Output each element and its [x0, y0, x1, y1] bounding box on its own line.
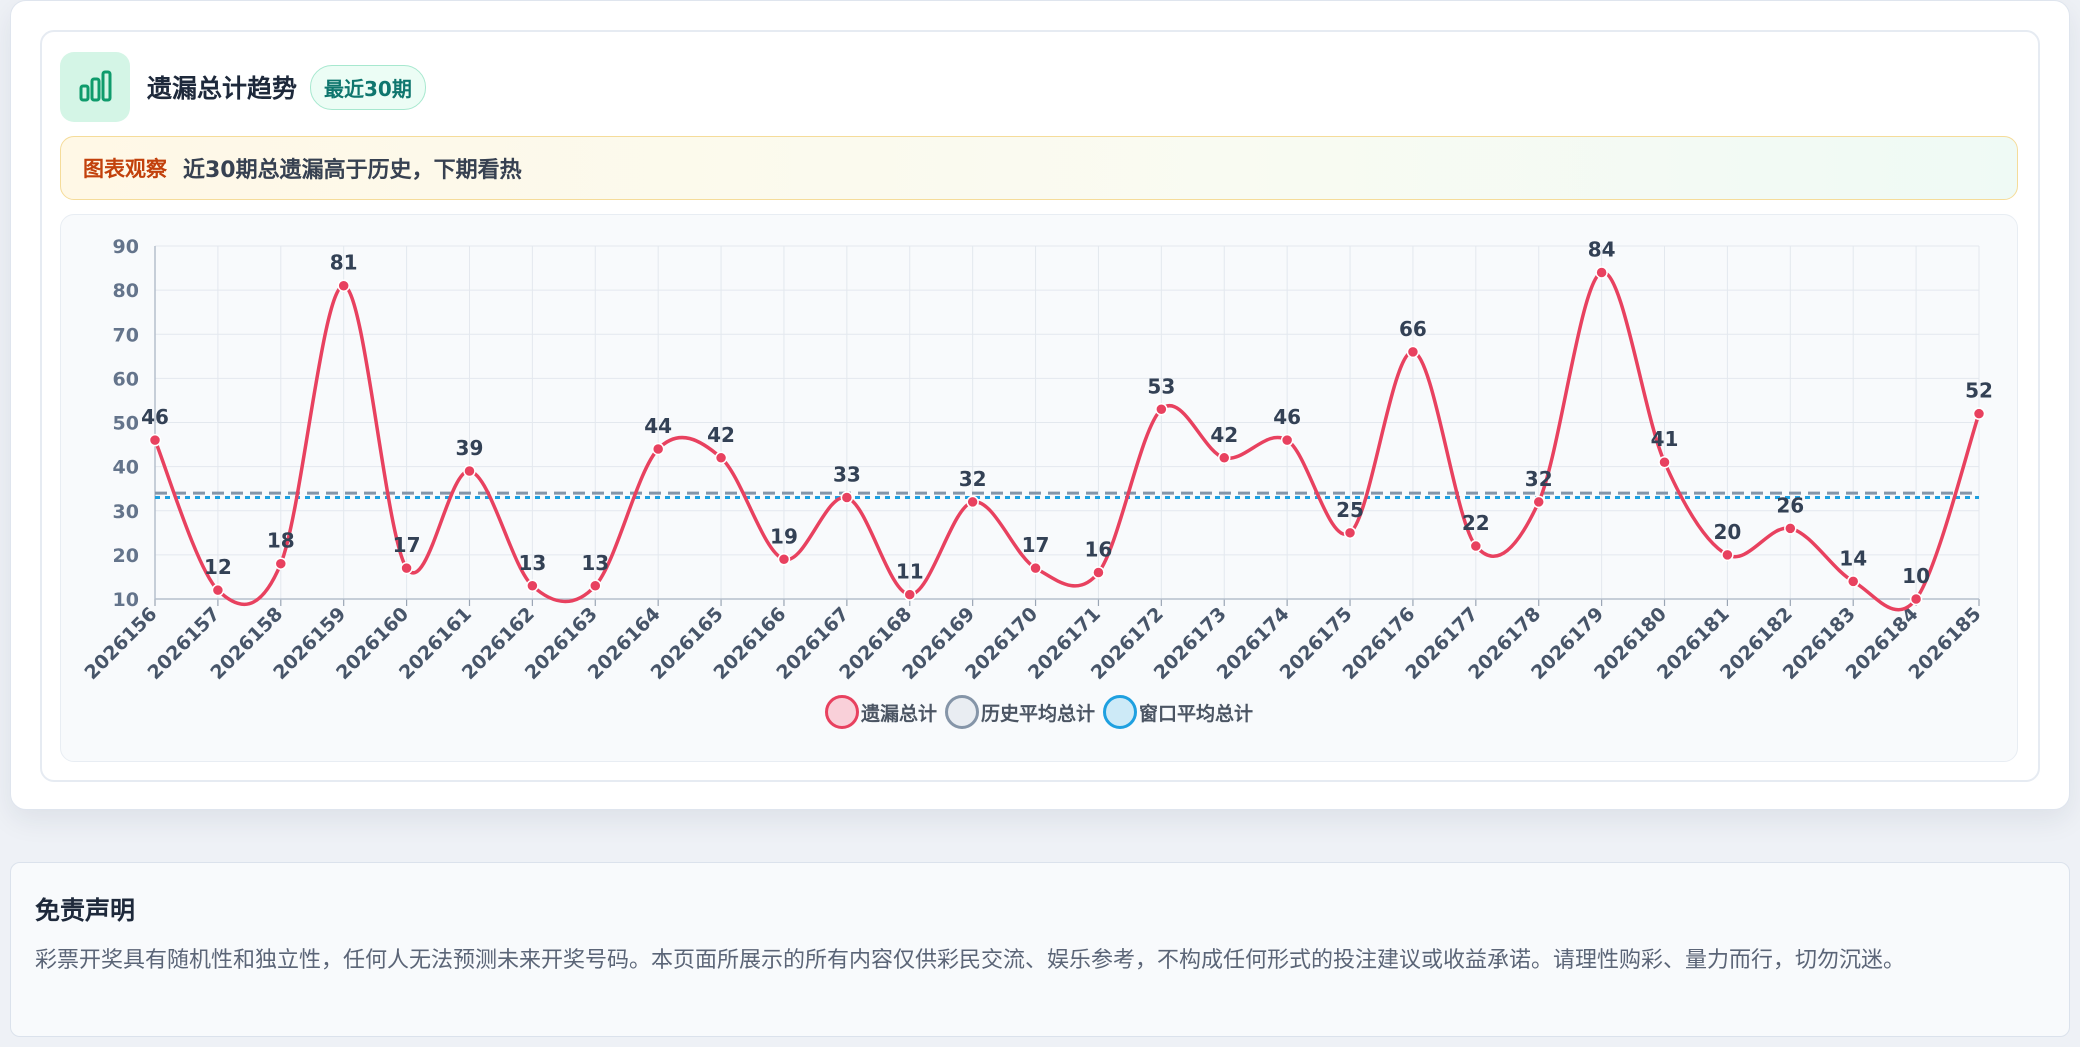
data-label: 17 — [1022, 533, 1050, 557]
legend-swatch-window — [1103, 695, 1137, 729]
data-point — [211, 583, 225, 597]
legend-swatch-historical — [944, 695, 979, 729]
disclaimer-body: 彩票开奖具有随机性和独立性，任何人无法预测未来开奖号码。本页面所展示的所有内容仅… — [35, 948, 1906, 973]
data-point — [463, 464, 476, 478]
data-label: 42 — [707, 423, 735, 447]
series-line — [153, 270, 1981, 612]
data-point — [1909, 592, 1923, 606]
data-point — [1092, 566, 1105, 579]
data-label: 11 — [896, 560, 924, 584]
data-point — [589, 579, 602, 593]
data-label: 25 — [1336, 498, 1364, 522]
data-point — [526, 579, 539, 593]
data-label: 16 — [1085, 538, 1113, 562]
legend-swatch-series — [824, 695, 859, 729]
data-point — [1217, 451, 1231, 465]
data-point — [714, 451, 728, 465]
disclaimer-title: 免责声明 — [35, 896, 136, 925]
line-chart: 10 20 30 40 50 60 70 80 90 2026156 2026157 2026158 2… — [60, 214, 2018, 762]
data-point — [966, 495, 979, 509]
data-label: 53 — [1147, 374, 1175, 398]
data-label: 46 — [1273, 405, 1301, 429]
data-label: 20 — [1713, 520, 1741, 544]
y-tick-label: 30 — [113, 501, 139, 523]
legend-label-historical: 历史平均总计 — [980, 702, 1095, 725]
bar-chart-icon — [60, 52, 130, 122]
legend-item-historical[interactable]: 历史平均总计 — [944, 695, 1095, 729]
data-label: 14 — [1839, 546, 1867, 570]
legend-label-window: 窗口平均总计 — [1139, 702, 1254, 725]
data-point — [1721, 548, 1734, 562]
data-label: 26 — [1776, 493, 1804, 517]
chart-legend: 遗漏总计 历史平均总计 窗口平均总计 — [61, 695, 2017, 729]
data-label: 13 — [581, 551, 609, 575]
period-badge[interactable]: 最近30期 — [310, 64, 426, 110]
trend-card: 遗漏总计趋势 最近30期 图表观察 近30期总遗漏高于历史，下期看热 10 20 3… — [10, 0, 2070, 810]
y-tick-label: 90 — [113, 236, 139, 258]
data-point — [651, 442, 665, 456]
y-tick-label: 60 — [113, 368, 139, 390]
data-label: 18 — [267, 529, 295, 553]
data-point — [337, 279, 350, 292]
data-label: 13 — [518, 551, 546, 575]
chart-svg: 1020304050607080902026156202615720261582… — [81, 236, 1993, 684]
data-point — [1155, 403, 1168, 416]
legend-item-window[interactable]: 窗口平均总计 — [1103, 695, 1253, 729]
data-point — [1532, 495, 1545, 509]
y-tick-label: 80 — [113, 280, 139, 302]
y-tick-label: 70 — [113, 324, 139, 346]
data-label: 44 — [644, 414, 672, 438]
data-label: 32 — [1525, 467, 1553, 491]
data-label: 22 — [1462, 511, 1490, 535]
data-label: 42 — [1210, 423, 1238, 447]
data-point — [1846, 575, 1860, 588]
data-point — [400, 561, 413, 575]
observation-text: 近30期总遗漏高于历史，下期看热 — [183, 158, 522, 183]
disclaimer-section: 免责声明 彩票开奖具有随机性和独立性，任何人无法预测未来开奖号码。本页面所展示的… — [10, 862, 2070, 1037]
data-label: 17 — [393, 533, 421, 557]
data-label: 19 — [770, 524, 798, 548]
data-label: 81 — [330, 251, 358, 275]
data-point — [1343, 526, 1357, 540]
chart-panel: 遗漏总计趋势 最近30期 图表观察 近30期总遗漏高于历史，下期看热 10 20 3… — [40, 30, 2040, 782]
observation-label: 图表观察 — [83, 157, 167, 181]
data-label: 10 — [1902, 564, 1930, 588]
data-label: 39 — [456, 436, 484, 460]
y-tick-label: 40 — [113, 457, 139, 479]
data-label: 33 — [833, 463, 861, 487]
data-point — [840, 491, 854, 504]
data-point — [274, 557, 288, 570]
chart-title: 遗漏总计趋势 — [147, 74, 298, 103]
data-point — [1406, 345, 1420, 359]
legend-label-series: 遗漏总计 — [860, 702, 937, 725]
data-point — [1595, 266, 1608, 279]
data-point — [1658, 455, 1671, 469]
legend-item-series[interactable]: 遗漏总计 — [824, 695, 937, 729]
data-label: 41 — [1651, 427, 1679, 451]
data-label: 12 — [204, 555, 232, 579]
data-label: 46 — [141, 405, 169, 429]
data-point — [903, 588, 917, 601]
data-point — [148, 433, 162, 447]
y-tick-label: 10 — [113, 589, 139, 611]
data-point — [1469, 539, 1483, 553]
data-point — [1280, 433, 1294, 447]
data-point — [1029, 561, 1042, 575]
y-tick-label: 50 — [113, 413, 139, 435]
data-point — [777, 553, 791, 566]
y-tick-label: 20 — [113, 545, 139, 567]
data-point — [1972, 407, 1986, 420]
data-label: 84 — [1588, 237, 1616, 261]
card-header: 遗漏总计趋势 最近30期 — [60, 52, 426, 122]
data-point — [1784, 522, 1797, 535]
data-label: 32 — [959, 467, 987, 491]
data-label: 52 — [1965, 379, 1993, 403]
observation-banner: 图表观察 近30期总遗漏高于历史，下期看热 — [60, 136, 2018, 200]
data-label: 66 — [1399, 317, 1427, 341]
